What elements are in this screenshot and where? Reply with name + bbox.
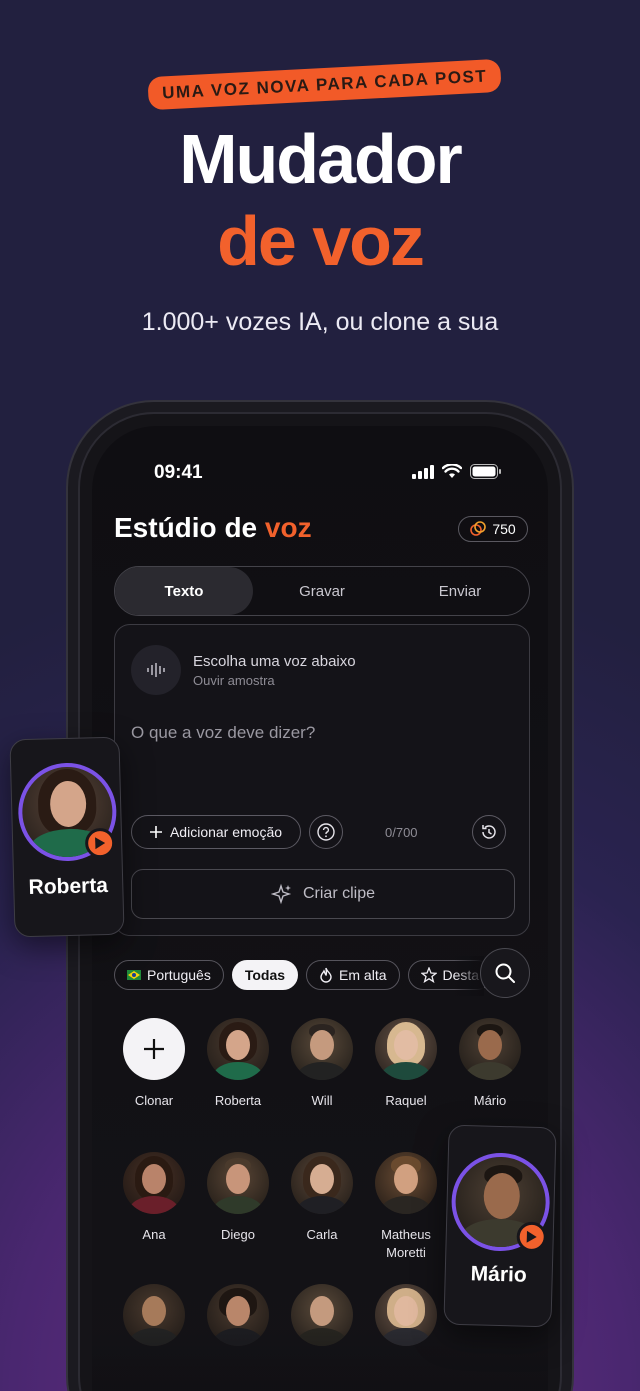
search-icon: [495, 963, 515, 983]
tab-gravar[interactable]: Gravar: [253, 567, 391, 615]
filter-em-alta[interactable]: Em alta: [306, 960, 400, 990]
signal-icon: [412, 464, 434, 479]
avatar: [207, 1152, 269, 1214]
voice-name: Diego: [221, 1227, 255, 1242]
avatar: [207, 1018, 269, 1080]
headline-title: Mudador: [179, 120, 463, 198]
voice-name: Raquel: [385, 1093, 427, 1108]
script-input[interactable]: O que a voz deve dizer?: [131, 723, 315, 743]
voice-picker-sub: Ouvir amostra: [193, 672, 275, 688]
featured-voice-card-roberta[interactable]: Roberta: [9, 736, 125, 938]
voice-name: Carla: [306, 1227, 338, 1242]
filter-todas[interactable]: Todas: [231, 960, 299, 990]
status-icons: [412, 464, 502, 479]
coins-icon: [470, 521, 487, 536]
tab-texto[interactable]: Texto: [115, 567, 253, 615]
avatar: [123, 1152, 185, 1214]
avatar: [375, 1018, 437, 1080]
voice-name: Roberta: [214, 1093, 262, 1108]
voice-mario[interactable]: Mário: [448, 1018, 532, 1110]
star-icon: [420, 967, 437, 983]
plus-icon: [149, 826, 162, 838]
studio-title: Estúdio de voz: [114, 512, 312, 543]
filter-chips: Português Todas Em alta Desta: [114, 960, 493, 990]
create-clip-button[interactable]: Criar clipe: [131, 869, 515, 919]
bottom-fade: [92, 1330, 548, 1391]
voice-name: Will: [311, 1093, 333, 1108]
brazil-flag-icon: [127, 970, 141, 980]
help-button[interactable]: [309, 815, 343, 849]
waveform-icon: [131, 645, 181, 695]
voice-clonar[interactable]: Clonar: [112, 1018, 196, 1110]
featured-voice-card-mario[interactable]: Mário: [443, 1124, 557, 1328]
voice-name: Matheus Moretti: [381, 1227, 431, 1260]
history-button[interactable]: [472, 815, 506, 849]
play-icon: [526, 1230, 537, 1243]
tagline-badge: UMA VOZ NOVA PARA CADA POST: [147, 58, 503, 111]
featured-voice-name: Mário: [470, 1262, 528, 1287]
voice-raquel[interactable]: Raquel: [364, 1018, 448, 1110]
voice-name: Clonar: [134, 1093, 174, 1108]
sparkle-icon: [270, 883, 292, 905]
voice-name: Ana: [142, 1227, 166, 1242]
flame-icon: [320, 967, 332, 983]
battery-icon: [470, 464, 501, 479]
add-emotion-button[interactable]: Adicionar emoção: [131, 815, 301, 849]
headline-accent: de voz: [217, 202, 425, 280]
status-time: 09:41: [154, 462, 203, 483]
filter-portugues[interactable]: Português: [114, 960, 224, 990]
question-icon: [317, 823, 335, 841]
voice-carla[interactable]: Carla: [280, 1152, 364, 1244]
avatar: [291, 1152, 353, 1214]
featured-voice-name: Roberta: [28, 873, 109, 900]
avatar: [459, 1018, 521, 1080]
hero-subtitle: 1.000+ vozes IA, ou clone a sua: [141, 308, 499, 336]
voice-roberta[interactable]: Roberta: [196, 1018, 280, 1110]
add-voice-icon: [123, 1018, 185, 1080]
play-button[interactable]: [516, 1221, 548, 1253]
search-button[interactable]: [480, 948, 530, 998]
play-icon: [95, 837, 106, 850]
tab-enviar[interactable]: Enviar: [391, 567, 529, 615]
voice-matheus-moretti[interactable]: Matheus Moretti: [364, 1152, 448, 1262]
avatar: [291, 1018, 353, 1080]
mode-tabs: Texto Gravar Enviar: [114, 566, 530, 616]
voice-picker-title: Escolha uma voz abaixo: [193, 652, 356, 670]
voice-will[interactable]: Will: [280, 1018, 364, 1110]
voice-name: Mário: [473, 1093, 507, 1108]
voice-picker[interactable]: Escolha uma voz abaixo Ouvir amostra: [131, 645, 356, 695]
voice-ana[interactable]: Ana: [112, 1152, 196, 1244]
text-editor-card: Escolha uma voz abaixo Ouvir amostra O q…: [114, 624, 530, 936]
wifi-icon: [442, 464, 462, 478]
voice-diego[interactable]: Diego: [196, 1152, 280, 1244]
credits-badge[interactable]: 750: [458, 516, 528, 542]
play-button[interactable]: [84, 827, 116, 859]
char-counter: 0/700: [385, 825, 418, 840]
history-icon: [482, 825, 496, 839]
avatar: [375, 1152, 437, 1214]
